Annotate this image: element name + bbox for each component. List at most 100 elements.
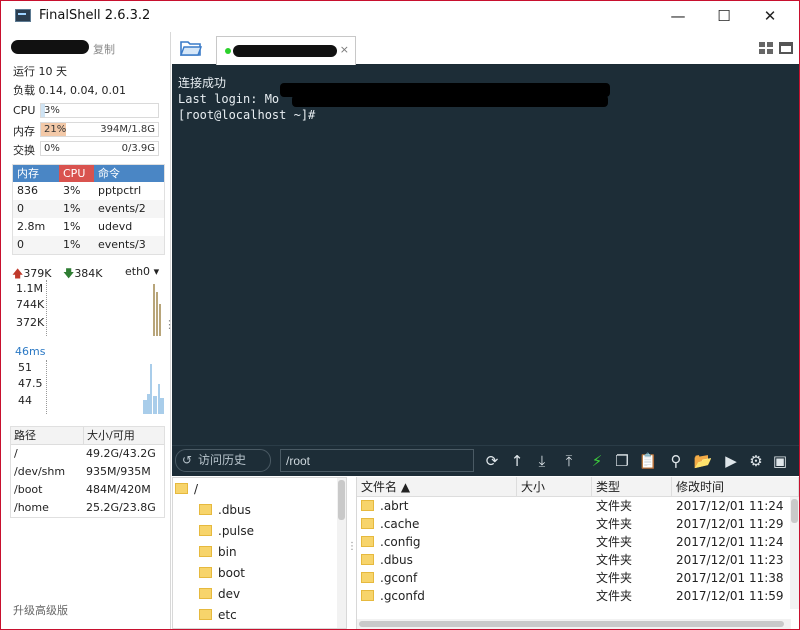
upgrade-link[interactable]: 升级高级版 xyxy=(13,602,68,618)
tree-item[interactable]: dev xyxy=(199,587,240,601)
maximize-button[interactable]: ☐ xyxy=(701,1,747,32)
tree-item[interactable]: .dbus xyxy=(199,503,251,517)
process-row[interactable]: 0 1% events/2 xyxy=(13,200,164,218)
tab-session[interactable]: × xyxy=(216,36,356,65)
gear-icon[interactable]: ⚙ xyxy=(746,451,766,471)
column-size[interactable]: 大小 xyxy=(517,477,592,496)
process-cmd: events/3 xyxy=(98,238,146,251)
tree-item-label: dev xyxy=(218,587,241,601)
disk-size: 25.2G/23.8G xyxy=(86,501,156,514)
tree-item[interactable]: .pulse xyxy=(199,524,254,538)
terminal[interactable]: 连接成功 Last login: Mo [root@localhost ~]# xyxy=(172,65,799,445)
paste-icon[interactable]: 📋 xyxy=(638,451,658,471)
folder-open-icon[interactable]: 📂 xyxy=(693,451,713,471)
process-table-header: 内存 CPU 命令 xyxy=(13,165,164,182)
file-row[interactable]: .dbus 文件夹 2017/12/01 11:23 xyxy=(357,551,799,569)
disk-row[interactable]: /dev/shm 935M/935M xyxy=(11,463,164,481)
tree-item[interactable]: bin xyxy=(199,545,237,559)
process-mem: 2.8m xyxy=(17,220,46,233)
process-row[interactable]: 836 3% pptpctrl xyxy=(13,182,164,200)
process-row[interactable]: 0 1% events/3 xyxy=(13,236,164,254)
file-size xyxy=(517,569,592,587)
disk-path: /dev/shm xyxy=(14,465,66,478)
process-mem: 836 xyxy=(17,184,38,197)
disk-size: 935M/935M xyxy=(86,465,151,478)
file-type: 文件夹 xyxy=(596,553,633,567)
finalshell-logo-icon xyxy=(15,9,31,22)
file-list-scrollbar[interactable] xyxy=(790,497,799,609)
lightning-icon[interactable]: ⚡ xyxy=(587,451,607,471)
file-type: 文件夹 xyxy=(596,517,633,531)
file-mtime: 2017/12/01 11:29 xyxy=(676,517,784,531)
ping-bar xyxy=(160,398,164,414)
path-input[interactable] xyxy=(280,449,474,472)
file-size xyxy=(517,551,592,569)
window-layout-icon[interactable] xyxy=(779,42,793,54)
net-interface-select[interactable]: eth0 ▾ xyxy=(125,265,159,278)
directory-tree: / .dbus .pulse bin boot dev etc xyxy=(172,477,347,629)
tab-session-name-redacted xyxy=(233,45,337,57)
upload-icon[interactable]: ⤒ xyxy=(559,451,579,471)
file-type: 文件夹 xyxy=(596,499,633,513)
close-button[interactable]: ✕ xyxy=(747,1,793,32)
column-type[interactable]: 类型 xyxy=(592,477,672,496)
folder-icon xyxy=(199,609,212,620)
history-button[interactable]: 访问历史 xyxy=(175,449,271,472)
upload-arrow-up-icon[interactable]: ↑ xyxy=(507,451,527,471)
file-row[interactable]: .config 文件夹 2017/12/01 11:24 xyxy=(357,533,799,551)
column-mtime[interactable]: 修改时间 xyxy=(672,477,799,496)
net-chart xyxy=(46,280,164,336)
tree-scrollbar[interactable] xyxy=(337,478,346,628)
search-icon[interactable]: ⚲ xyxy=(666,451,686,471)
ping-latency: 46ms xyxy=(15,345,46,358)
folder-icon xyxy=(199,525,212,536)
play-icon[interactable]: ▶ xyxy=(721,451,741,471)
file-row[interactable]: .gconfd 文件夹 2017/12/01 11:59 xyxy=(357,587,799,605)
tree-item[interactable]: boot xyxy=(199,566,245,580)
file-row[interactable]: .gconf 文件夹 2017/12/01 11:38 xyxy=(357,569,799,587)
host-address-redacted xyxy=(11,40,89,54)
disk-row[interactable]: / 49.2G/43.2G xyxy=(11,445,164,463)
process-header-cmd[interactable]: 命令 xyxy=(94,165,164,182)
folder-icon xyxy=(199,546,212,557)
swap-percent: 0% xyxy=(44,143,60,154)
disk-table-header: 路径 大小/可用 xyxy=(11,427,164,445)
minimize-button[interactable]: — xyxy=(655,1,701,32)
file-name: .abrt xyxy=(380,499,409,513)
process-table: 内存 CPU 命令 836 3% pptpctrl 0 1% events/2 … xyxy=(12,164,165,255)
process-header-mem[interactable]: 内存 xyxy=(13,165,59,182)
file-list-header: 文件名 ▲ 大小 类型 修改时间 xyxy=(357,477,799,497)
download-icon[interactable]: ⤓ xyxy=(532,451,552,471)
process-row[interactable]: 2.8m 1% udevd xyxy=(13,218,164,236)
terminal-prompt: [root@localhost ~]# xyxy=(178,108,316,122)
cpu-label: CPU xyxy=(13,104,36,117)
net-scale-min: 372K xyxy=(16,316,45,329)
file-row[interactable]: .abrt 文件夹 2017/12/01 11:24 xyxy=(357,497,799,515)
tree-root[interactable]: / xyxy=(175,482,198,496)
net-bar xyxy=(153,284,155,336)
maximize-panel-icon[interactable]: ▣ xyxy=(770,451,790,471)
file-row[interactable]: .cache 文件夹 2017/12/01 11:29 xyxy=(357,515,799,533)
copy-button[interactable]: 复制 xyxy=(93,41,115,57)
file-list: 文件名 ▲ 大小 类型 修改时间 .abrt 文件夹 2017/12/01 11… xyxy=(356,477,799,629)
column-name[interactable]: 文件名 ▲ xyxy=(357,477,517,496)
disk-header-path[interactable]: 路径 xyxy=(11,427,83,444)
folder-icon xyxy=(199,588,212,599)
refresh-icon[interactable]: ⟳ xyxy=(482,451,502,471)
ping-scale-min: 44 xyxy=(18,394,32,407)
folder-icon xyxy=(199,567,212,578)
copy-icon[interactable]: ❐ xyxy=(612,451,632,471)
file-toolbar: 访问历史 ⟳ ↑ ⤓ ⤒ ⚡ ❐ 📋 ⚲ 📂 ▶ ⚙ ▣ xyxy=(172,445,799,476)
process-header-cpu[interactable]: CPU xyxy=(59,165,94,182)
grid-view-icon[interactable] xyxy=(759,42,773,54)
tree-item[interactable]: etc xyxy=(199,608,237,622)
open-folder-icon[interactable] xyxy=(180,39,202,57)
cpu-percent: 3% xyxy=(44,105,60,116)
file-list-hscrollbar[interactable] xyxy=(357,619,791,629)
disk-header-size[interactable]: 大小/可用 xyxy=(83,427,164,444)
disk-row[interactable]: /boot 484M/420M xyxy=(11,481,164,499)
file-size xyxy=(517,533,592,551)
swap-label: 交换 xyxy=(13,144,35,157)
disk-row[interactable]: /home 25.2G/23.8G xyxy=(11,499,164,517)
tab-close-icon[interactable]: × xyxy=(340,43,349,56)
